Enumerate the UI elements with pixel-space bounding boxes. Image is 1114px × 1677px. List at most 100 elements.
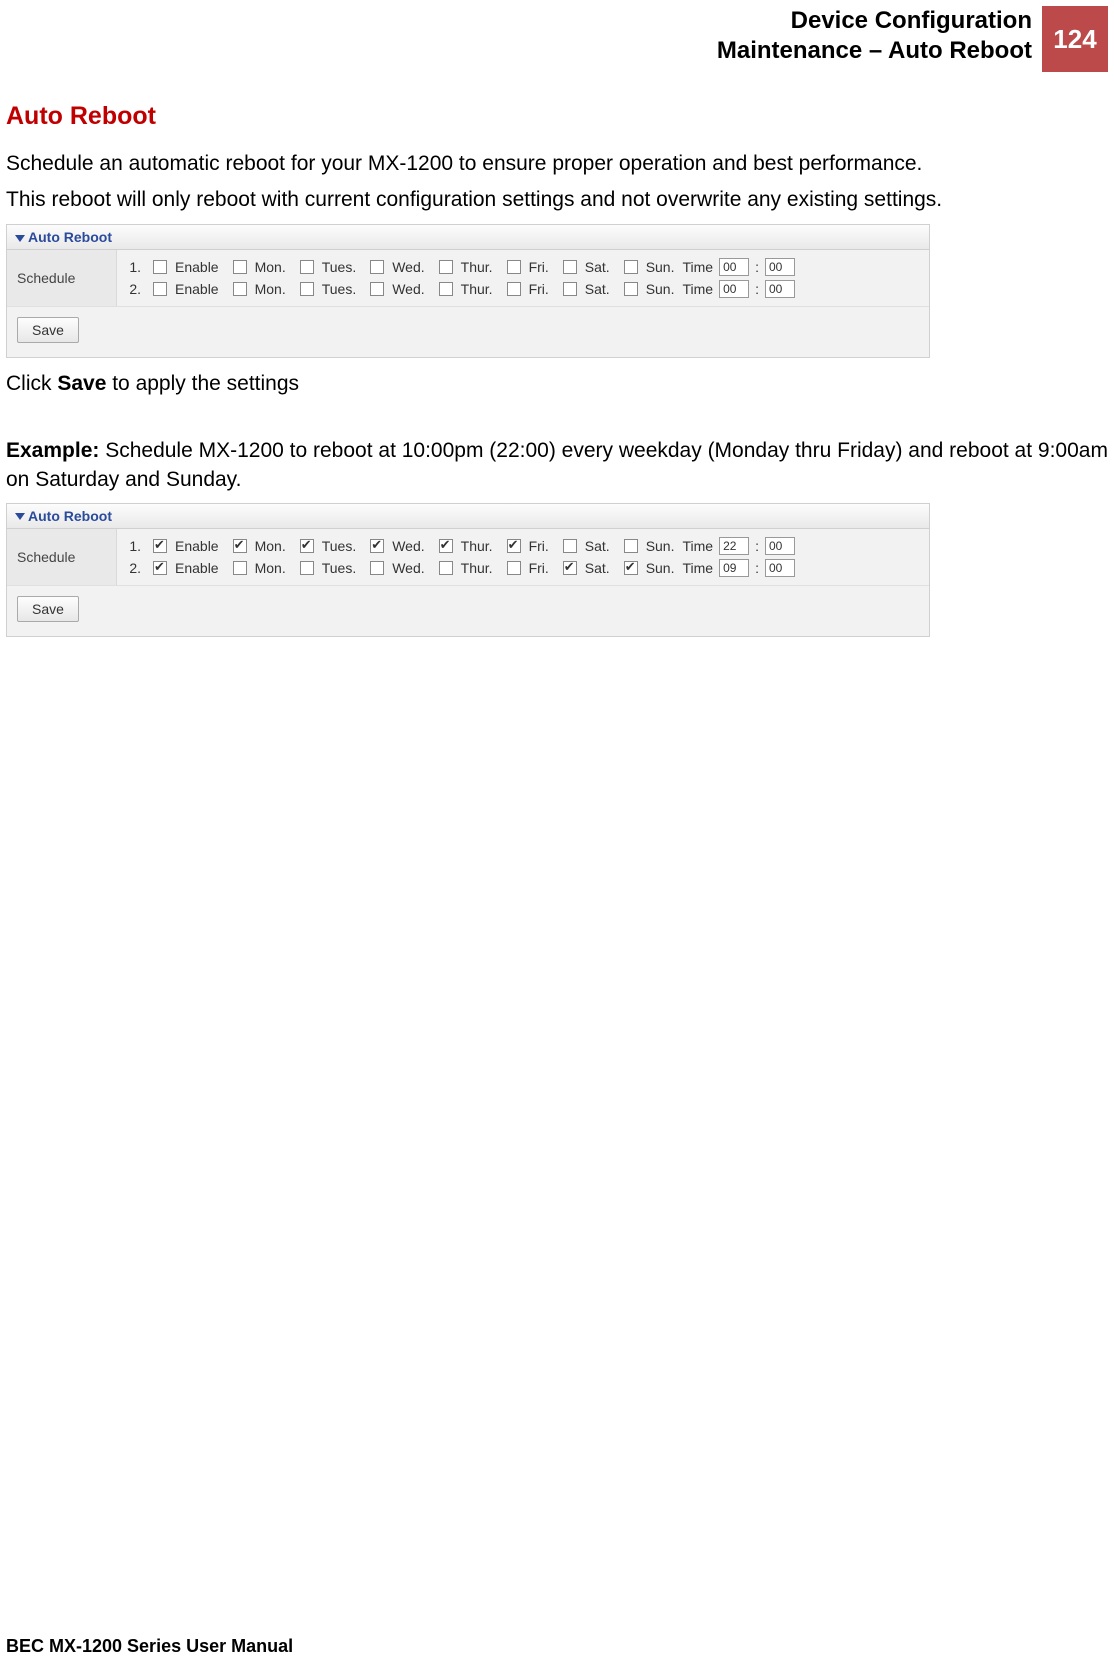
enable-checkbox[interactable] (153, 282, 167, 296)
enable-label: Enable (175, 538, 219, 554)
tue-checkbox[interactable] (300, 282, 314, 296)
sun-label: Sun. (646, 538, 675, 554)
click-save-text: Click Save to apply the settings (6, 372, 1108, 396)
schedule-row-1: 1. Enable Mon. Tues. Wed. Thur. Fri. Sat… (117, 256, 929, 278)
fri-checkbox[interactable] (507, 260, 521, 274)
fri-label: Fri. (529, 538, 549, 554)
panel-title-bar[interactable]: Auto Reboot (7, 504, 929, 529)
row-index: 1. (123, 259, 141, 275)
tue-checkbox[interactable] (300, 260, 314, 274)
thu-label: Thur. (461, 560, 493, 576)
tue-label: Tues. (322, 281, 357, 297)
tue-checkbox[interactable] (300, 561, 314, 575)
thu-checkbox[interactable] (439, 539, 453, 553)
fri-label: Fri. (529, 259, 549, 275)
collapse-icon (15, 513, 25, 520)
sat-label: Sat. (585, 281, 610, 297)
thu-checkbox[interactable] (439, 282, 453, 296)
section-title: Auto Reboot (6, 102, 1108, 131)
wed-label: Wed. (392, 281, 424, 297)
thu-label: Thur. (461, 259, 493, 275)
time-colon: : (755, 281, 759, 297)
time-label: Time (683, 560, 714, 576)
panel-title-bar[interactable]: Auto Reboot (7, 225, 929, 250)
time-colon: : (755, 259, 759, 275)
enable-checkbox[interactable] (153, 539, 167, 553)
panel-title: Auto Reboot (28, 508, 112, 524)
time-colon: : (755, 538, 759, 554)
sat-checkbox[interactable] (563, 282, 577, 296)
minute-input[interactable]: 00 (765, 537, 795, 555)
enable-label: Enable (175, 560, 219, 576)
mon-checkbox[interactable] (233, 282, 247, 296)
save-button[interactable]: Save (17, 317, 79, 343)
fri-checkbox[interactable] (507, 282, 521, 296)
fri-checkbox[interactable] (507, 561, 521, 575)
tue-label: Tues. (322, 259, 357, 275)
header-line2: Maintenance – Auto Reboot (717, 36, 1032, 66)
sat-label: Sat. (585, 259, 610, 275)
sun-label: Sun. (646, 560, 675, 576)
enable-label: Enable (175, 281, 219, 297)
footer-text: BEC MX-1200 Series User Manual (6, 1636, 293, 1657)
mon-checkbox[interactable] (233, 260, 247, 274)
time-colon: : (755, 560, 759, 576)
sat-checkbox[interactable] (563, 260, 577, 274)
hour-input[interactable]: 00 (719, 280, 749, 298)
tue-label: Tues. (322, 560, 357, 576)
hour-input[interactable]: 00 (719, 258, 749, 276)
tue-label: Tues. (322, 538, 357, 554)
schedule-row-2: 2. Enable Mon. Tues. Wed. Thur. Fri. Sat… (117, 278, 929, 300)
auto-reboot-panel-1: Auto Reboot Schedule 1. Enable Mon. Tues… (6, 224, 930, 358)
enable-checkbox[interactable] (153, 561, 167, 575)
tue-checkbox[interactable] (300, 539, 314, 553)
example-bold: Example: (6, 439, 99, 462)
wed-label: Wed. (392, 560, 424, 576)
auto-reboot-panel-2: Auto Reboot Schedule 1. Enable Mon. Tues… (6, 503, 930, 637)
sun-checkbox[interactable] (624, 561, 638, 575)
fri-label: Fri. (529, 281, 549, 297)
row-index: 2. (123, 281, 141, 297)
wed-checkbox[interactable] (370, 260, 384, 274)
page-number-badge: 124 (1042, 6, 1108, 72)
schedule-label: Schedule (7, 250, 117, 306)
mon-label: Mon. (255, 281, 286, 297)
schedule-row-2: 2. Enable Mon. Tues. Wed. Thur. Fri. Sat… (117, 557, 929, 579)
fri-checkbox[interactable] (507, 539, 521, 553)
thu-label: Thur. (461, 538, 493, 554)
intro-paragraph-1: Schedule an automatic reboot for your MX… (6, 149, 1108, 179)
hour-input[interactable]: 22 (719, 537, 749, 555)
mon-checkbox[interactable] (233, 539, 247, 553)
mon-label: Mon. (255, 259, 286, 275)
mon-label: Mon. (255, 538, 286, 554)
fri-label: Fri. (529, 560, 549, 576)
sat-checkbox[interactable] (563, 561, 577, 575)
row-index: 2. (123, 560, 141, 576)
row-index: 1. (123, 538, 141, 554)
time-label: Time (683, 281, 714, 297)
wed-checkbox[interactable] (370, 539, 384, 553)
sat-checkbox[interactable] (563, 539, 577, 553)
header-line1: Device Configuration (717, 6, 1032, 36)
enable-checkbox[interactable] (153, 260, 167, 274)
collapse-icon (15, 235, 25, 242)
thu-label: Thur. (461, 281, 493, 297)
thu-checkbox[interactable] (439, 260, 453, 274)
example-body: Schedule MX-1200 to reboot at 10:00pm (2… (6, 439, 1108, 491)
minute-input[interactable]: 00 (765, 280, 795, 298)
sun-label: Sun. (646, 281, 675, 297)
sun-checkbox[interactable] (624, 539, 638, 553)
sun-checkbox[interactable] (624, 260, 638, 274)
minute-input[interactable]: 00 (765, 258, 795, 276)
save-button[interactable]: Save (17, 596, 79, 622)
enable-label: Enable (175, 259, 219, 275)
wed-label: Wed. (392, 259, 424, 275)
minute-input[interactable]: 00 (765, 559, 795, 577)
wed-checkbox[interactable] (370, 282, 384, 296)
mon-checkbox[interactable] (233, 561, 247, 575)
hour-input[interactable]: 09 (719, 559, 749, 577)
schedule-row-1: 1. Enable Mon. Tues. Wed. Thur. Fri. Sat… (117, 535, 929, 557)
thu-checkbox[interactable] (439, 561, 453, 575)
sun-checkbox[interactable] (624, 282, 638, 296)
wed-checkbox[interactable] (370, 561, 384, 575)
